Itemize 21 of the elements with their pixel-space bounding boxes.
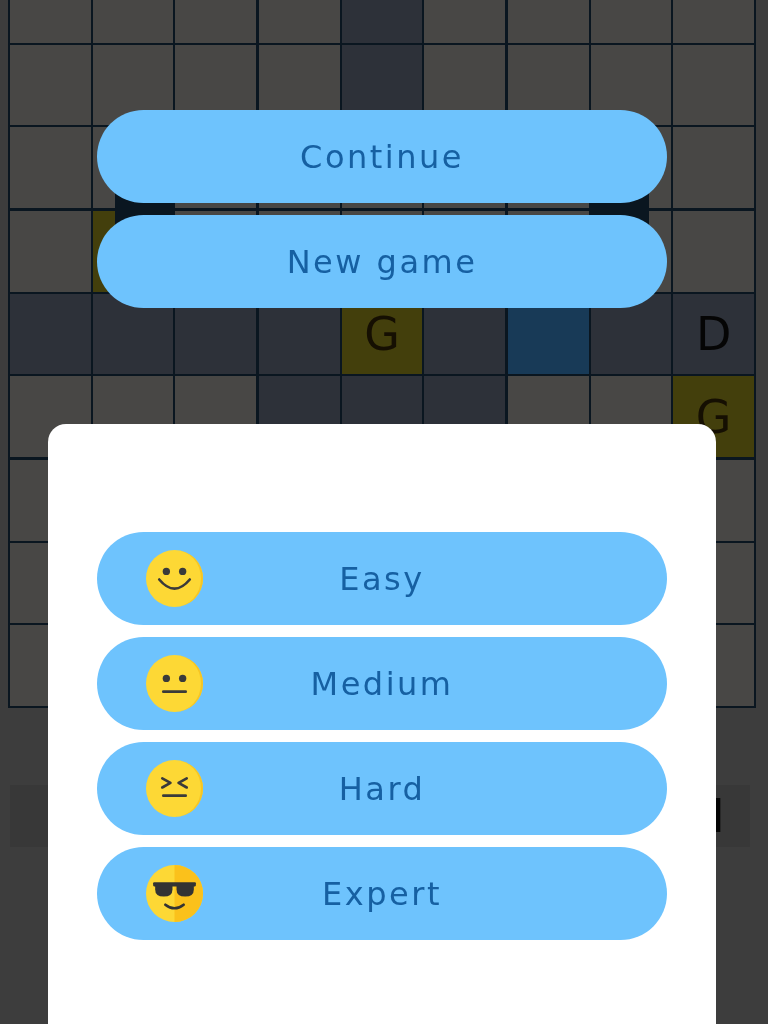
difficulty-label: Medium — [310, 664, 454, 703]
smiling-face-icon — [146, 550, 203, 607]
grid-cell[interactable] — [673, 210, 754, 292]
grid-cell[interactable] — [673, 127, 754, 208]
difficulty-label: Expert — [322, 874, 442, 913]
sunglasses-face-icon — [146, 865, 203, 922]
grid-cell[interactable] — [10, 210, 91, 292]
difficulty-button[interactable]: Easy — [97, 532, 667, 625]
difficulty-button[interactable]: Expert — [97, 847, 667, 940]
difficulty-label: Easy — [339, 559, 425, 598]
difficulty-button[interactable]: Hard — [97, 742, 667, 835]
squinting-face-icon — [146, 760, 203, 817]
menu-button[interactable]: Continue — [97, 110, 667, 203]
difficulty-label: Hard — [338, 769, 426, 808]
grid-cell[interactable] — [10, 293, 91, 375]
grid-cell[interactable] — [673, 44, 754, 126]
grid-cell[interactable] — [10, 44, 91, 126]
grid-cell[interactable] — [10, 127, 91, 208]
neutral-face-icon — [146, 655, 203, 712]
menu-button[interactable]: New game — [97, 215, 667, 308]
difficulty-button[interactable]: Medium — [97, 637, 667, 730]
